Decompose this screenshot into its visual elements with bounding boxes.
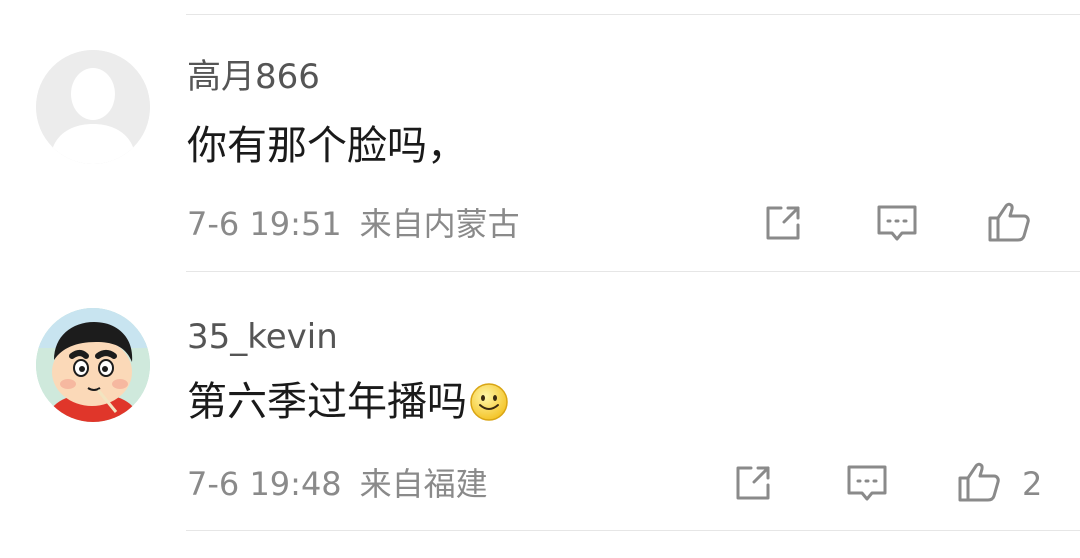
comment-text-body: 第六季过年播吗 [187, 379, 467, 425]
comment-meta: 7-6 19:51 来自内蒙古 [187, 208, 520, 240]
share-button[interactable] [730, 460, 776, 506]
cartoon-boy-avatar [36, 308, 150, 422]
share-icon [736, 466, 770, 500]
thumbs-up-icon [958, 462, 1000, 502]
thumbs-up-icon [988, 202, 1030, 242]
avatar[interactable] [36, 50, 150, 164]
share-icon [766, 206, 800, 240]
comment-meta: 7-6 19:48 来自福建 [187, 468, 488, 500]
default-avatar-icon [36, 50, 150, 164]
comment-text-body: 你有那个脸吗， [187, 123, 467, 169]
comment-time: 7-6 19:48 [187, 465, 342, 503]
comment-location: 来自福建 [359, 465, 488, 503]
comment-icon [847, 465, 887, 501]
comment-item: 高月866 你有那个脸吗， 7-6 19:51 来自内蒙古 [0, 0, 1080, 272]
share-button[interactable] [760, 200, 806, 246]
comment-text: 第六季过年播吗 [187, 382, 509, 422]
username[interactable]: 35_kevin [187, 320, 338, 354]
comment-location: 来自内蒙古 [359, 205, 520, 243]
like-count: 2 [1022, 465, 1043, 503]
reply-button[interactable] [874, 200, 920, 246]
comment-time: 7-6 19:51 [187, 205, 342, 243]
like-button[interactable] [986, 198, 1032, 244]
username[interactable]: 高月866 [187, 60, 320, 94]
comment-text: 你有那个脸吗， [187, 126, 467, 166]
smile-emoji-icon [470, 383, 508, 421]
reply-button[interactable] [844, 460, 890, 506]
comment-icon [877, 205, 917, 241]
comment-item: 35_kevin 第六季过年播吗 7-6 19:48 来自福建 2 [0, 272, 1080, 532]
avatar[interactable] [36, 308, 150, 422]
like-button[interactable] [956, 458, 1002, 504]
divider-bottom [186, 530, 1080, 531]
